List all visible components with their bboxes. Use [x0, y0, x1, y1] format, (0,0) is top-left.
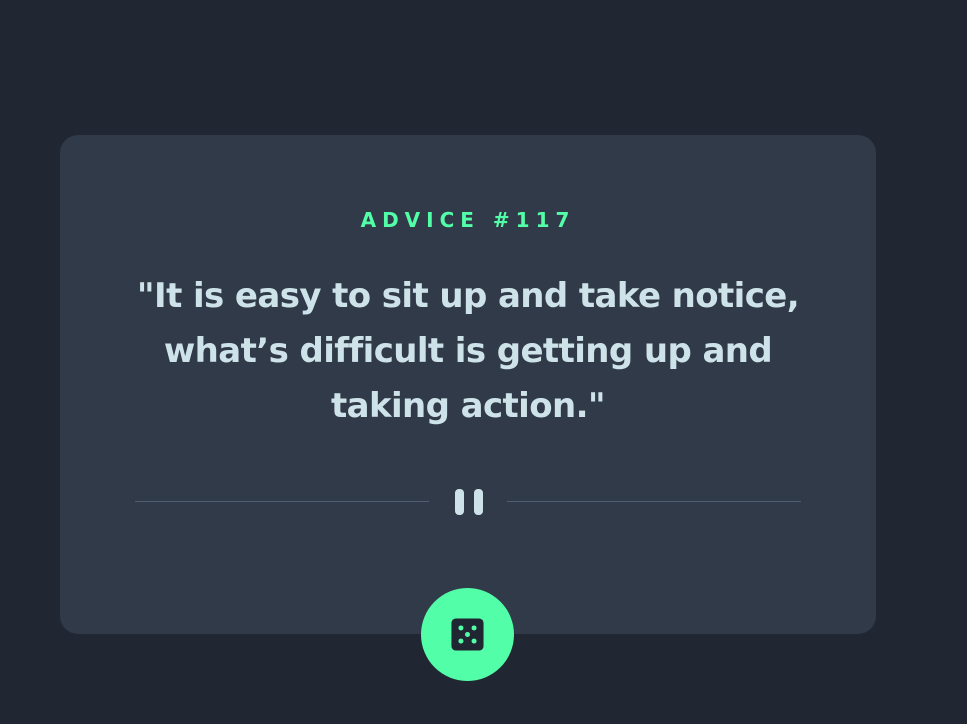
dice-icon — [451, 618, 484, 651]
pause-bar-right — [474, 489, 483, 515]
pause-icon — [453, 489, 485, 515]
page: ADVICE #117 "It is easy to sit up and ta… — [0, 0, 967, 724]
advice-number: ADVICE #117 — [360, 208, 576, 232]
divider-line-right — [507, 501, 801, 502]
divider — [135, 487, 801, 515]
divider-line-left — [135, 501, 429, 502]
pause-bar-left — [455, 489, 464, 515]
generate-advice-button[interactable] — [421, 588, 514, 681]
advice-quote: "It is easy to sit up and take notice, w… — [136, 276, 800, 426]
advice-card: ADVICE #117 "It is easy to sit up and ta… — [60, 135, 876, 634]
